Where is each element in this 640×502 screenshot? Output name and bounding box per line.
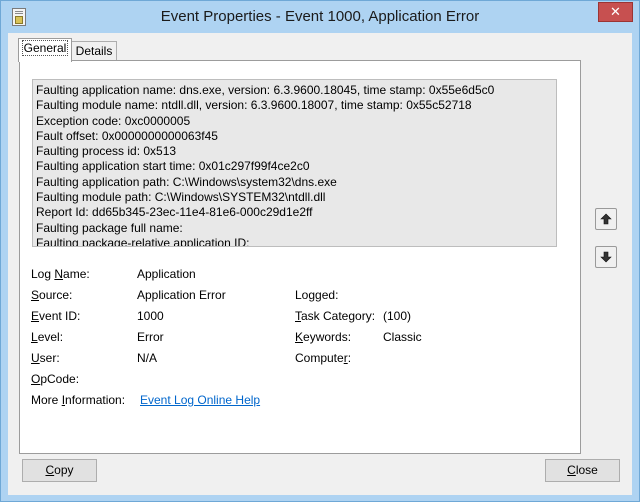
next-event-button[interactable] bbox=[595, 246, 617, 268]
event-description-box[interactable]: Faulting application name: dns.exe, vers… bbox=[32, 79, 557, 247]
arrow-up-icon bbox=[600, 213, 612, 225]
computer-label: Computer: bbox=[295, 351, 352, 365]
tab-details[interactable]: Details bbox=[71, 41, 117, 62]
tab-general[interactable]: General bbox=[18, 38, 72, 62]
level-value: Error bbox=[137, 330, 164, 344]
log-name-value: Application bbox=[137, 267, 196, 281]
description-line: Fault offset: 0x0000000000063f45 bbox=[36, 128, 218, 143]
event-properties-window: Event Properties - Event 1000, Applicati… bbox=[0, 0, 640, 502]
description-line: Faulting application start time: 0x01c29… bbox=[36, 159, 310, 174]
source-value: Application Error bbox=[137, 288, 226, 302]
dialog-client-area: General Details Faulting application nam… bbox=[8, 33, 632, 495]
log-name-label: Log Name: bbox=[31, 267, 90, 281]
task-category-label: Task Category: bbox=[295, 309, 376, 323]
description-line: Faulting application path: C:\Windows\sy… bbox=[36, 174, 337, 189]
title-bar[interactable]: Event Properties - Event 1000, Applicati… bbox=[1, 1, 639, 33]
window-close-button[interactable]: ✕ bbox=[598, 2, 633, 22]
keywords-label: Keywords: bbox=[295, 330, 352, 344]
window-title: Event Properties - Event 1000, Applicati… bbox=[160, 8, 480, 25]
description-line: Exception code: 0xc0000005 bbox=[36, 113, 191, 128]
general-tab-panel: Faulting application name: dns.exe, vers… bbox=[19, 60, 581, 454]
opcode-label: OpCode: bbox=[31, 372, 80, 386]
event-description-text: Faulting application name: dns.exe, vers… bbox=[33, 83, 495, 247]
user-value: N/A bbox=[137, 351, 158, 365]
description-line: Faulting process id: 0x513 bbox=[36, 144, 177, 159]
more-information-label: More Information: bbox=[31, 393, 126, 407]
copy-button[interactable]: Copy bbox=[22, 459, 97, 482]
description-line: Faulting package full name: bbox=[36, 220, 183, 235]
event-log-online-help-link[interactable]: Event Log Online Help bbox=[140, 393, 260, 408]
tab-general-label: General bbox=[21, 40, 69, 56]
description-line: Faulting application name: dns.exe, vers… bbox=[36, 83, 495, 97]
description-line: Faulting module name: ntdll.dll, version… bbox=[36, 98, 472, 113]
description-line: Report Id: dd65b345-23ec-11e4-81e6-000c2… bbox=[36, 205, 313, 220]
level-label: Level: bbox=[31, 330, 64, 344]
task-category-value: (100) bbox=[383, 309, 412, 323]
previous-event-button[interactable] bbox=[595, 208, 617, 230]
event-id-label: Event ID: bbox=[31, 309, 81, 323]
keywords-value: Classic bbox=[383, 330, 422, 344]
close-button[interactable]: Close bbox=[545, 459, 620, 482]
description-line: Faulting module path: C:\Windows\SYSTEM3… bbox=[36, 190, 326, 205]
logged-label: Logged: bbox=[295, 288, 339, 302]
source-label: Source: bbox=[31, 288, 73, 302]
arrow-down-icon bbox=[600, 251, 612, 263]
user-label: User: bbox=[31, 351, 60, 365]
close-icon: ✕ bbox=[610, 4, 621, 19]
description-line: Faulting package-relative application ID… bbox=[36, 235, 250, 247]
tab-details-label: Details bbox=[75, 44, 113, 58]
event-id-value: 1000 bbox=[137, 309, 164, 323]
